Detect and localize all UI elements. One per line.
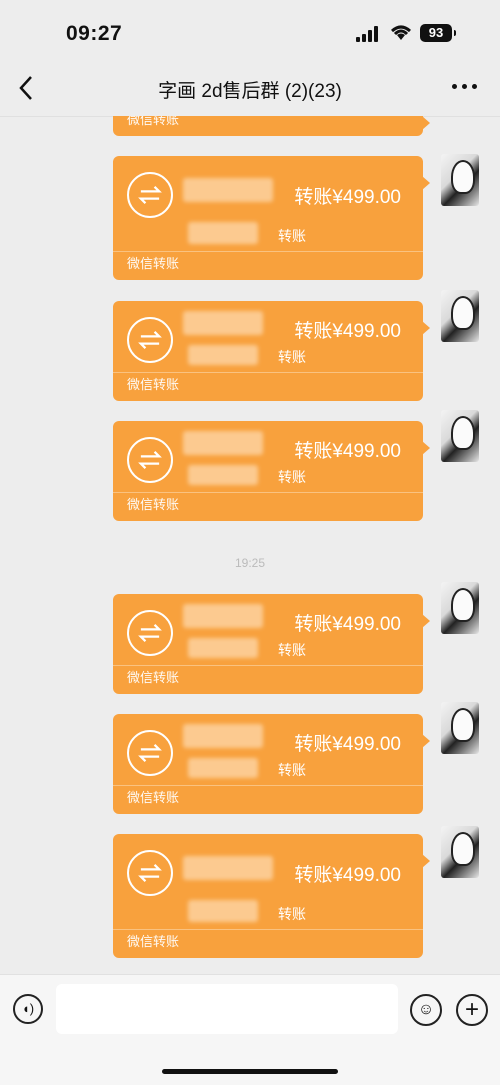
avatar[interactable] [441, 410, 479, 462]
transfer-icon [127, 610, 173, 656]
avatar[interactable] [441, 290, 479, 342]
transfer-footer: 微信转账 [127, 256, 180, 271]
card-divider [113, 251, 423, 252]
transfer-subtitle: 转账 [278, 762, 306, 778]
nav-bar: 字画 2d售后群 (2)(23) [0, 60, 500, 117]
transfer-card[interactable]: 转账¥499.00 转账 微信转账 [113, 421, 430, 521]
transfer-amount: 转账¥499.00 [294, 614, 401, 635]
status-bar: 09:27 93 [0, 0, 500, 60]
avatar[interactable] [441, 154, 479, 206]
chat-list[interactable]: 微信转账 转账¥499.00 转账 微信转账 转账¥499.00 转账 微信转账 [0, 116, 500, 974]
transfer-icon [127, 850, 173, 896]
transfer-icon [127, 172, 173, 218]
transfer-card[interactable]: 转账¥499.00 转账 微信转账 [113, 834, 430, 958]
card-divider [113, 929, 423, 930]
more-dots-icon[interactable] [452, 84, 478, 92]
transfer-subtitle: 转账 [278, 906, 306, 922]
transfer-footer: 微信转账 [127, 790, 180, 805]
card-divider [113, 492, 423, 493]
transfer-card[interactable]: 转账¥499.00 转账 微信转账 [113, 301, 430, 401]
battery-level: 93 [428, 25, 444, 40]
home-indicator [162, 1069, 338, 1074]
avatar[interactable] [441, 702, 479, 754]
cellular-signal-icon [356, 26, 378, 42]
avatar[interactable] [441, 582, 479, 634]
transfer-footer: 微信转账 [127, 497, 180, 512]
transfer-icon [127, 437, 173, 483]
input-bar: ◖) ☺ + [0, 974, 500, 1085]
timestamp: 19:25 [234, 556, 266, 570]
card-divider [113, 665, 423, 666]
emoji-icon[interactable]: ☺ [410, 994, 442, 1026]
transfer-footer: 微信转账 [127, 670, 180, 685]
status-time: 09:27 [66, 22, 123, 45]
transfer-amount: 转账¥499.00 [294, 441, 401, 462]
transfer-card[interactable]: 转账¥499.00 转账 微信转账 [113, 714, 430, 814]
wifi-icon [391, 25, 411, 40]
transfer-footer: 微信转账 [127, 116, 180, 127]
transfer-amount: 转账¥499.00 [294, 321, 401, 342]
page-title: 字画 2d售后群 (2)(23) [158, 81, 342, 102]
transfer-subtitle: 转账 [278, 642, 306, 658]
transfer-icon [127, 317, 173, 363]
card-divider [113, 372, 423, 373]
transfer-footer: 微信转账 [127, 377, 180, 392]
avatar[interactable] [441, 826, 479, 878]
plus-icon[interactable]: + [456, 994, 488, 1026]
transfer-subtitle: 转账 [278, 228, 306, 244]
battery-icon: 93 [420, 24, 456, 42]
transfer-subtitle: 转账 [278, 469, 306, 485]
transfer-amount: 转账¥499.00 [294, 734, 401, 755]
message-input[interactable] [56, 984, 398, 1034]
transfer-card[interactable]: 转账¥499.00 转账 微信转账 [113, 594, 430, 694]
transfer-card-partial[interactable]: 微信转账 [113, 116, 430, 136]
transfer-footer: 微信转账 [127, 934, 180, 949]
voice-icon[interactable]: ◖) [13, 994, 43, 1024]
transfer-amount: 转账¥499.00 [294, 187, 401, 208]
transfer-card[interactable]: 转账¥499.00 转账 微信转账 [113, 156, 430, 280]
card-divider [113, 785, 423, 786]
transfer-subtitle: 转账 [278, 349, 306, 365]
transfer-amount: 转账¥499.00 [294, 865, 401, 886]
transfer-icon [127, 730, 173, 776]
